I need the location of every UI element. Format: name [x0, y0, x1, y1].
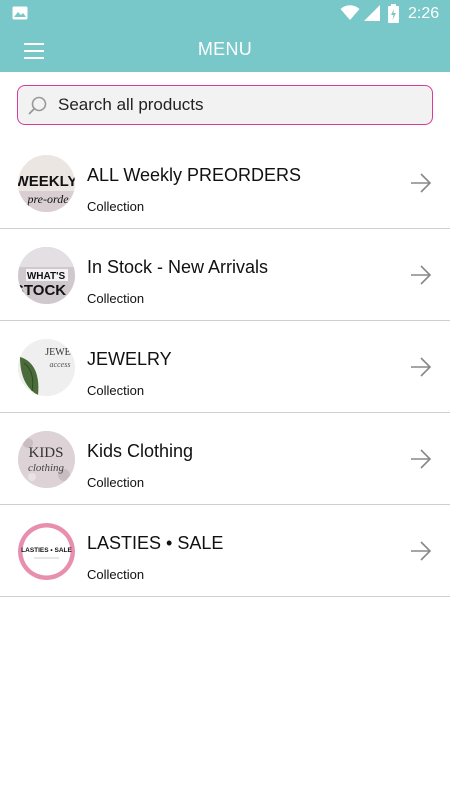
signal-icon: [364, 5, 380, 21]
thumb-text: STOCK: [18, 282, 66, 299]
thumb-text: WHAT'S: [27, 271, 66, 282]
collection-thumbnail: KIDS clothing: [18, 431, 75, 488]
search-icon: [28, 96, 47, 115]
arrow-right-icon[interactable]: [410, 541, 432, 561]
collection-title: Kids Clothing: [87, 441, 194, 461]
arrow-right-icon[interactable]: [410, 449, 432, 469]
list-item-jewelry[interactable]: JEWE access JEWELRY Collection: [0, 321, 450, 413]
collection-subtitle: Collection: [87, 383, 145, 398]
arrow-right-icon[interactable]: [410, 265, 432, 285]
collection-list: WEEKLY pre-orde ALL Weekly PREORDERS Col…: [0, 137, 450, 597]
collection-subtitle: Collection: [87, 291, 145, 306]
list-item-all-weekly-preorders[interactable]: WEEKLY pre-orde ALL Weekly PREORDERS Col…: [0, 137, 450, 229]
image-icon: [12, 6, 28, 20]
list-item-in-stock-new-arrivals[interactable]: WHAT'S STOCK In Stock - New Arrivals Col…: [0, 229, 450, 321]
collection-thumbnail: WEEKLY pre-orde: [18, 155, 75, 212]
page-title: MENU: [197, 39, 253, 59]
app-bar: MENU: [0, 28, 450, 72]
collection-title: LASTIES • SALE: [87, 533, 224, 553]
list-item-kids-clothing[interactable]: KIDS clothing Kids Clothing Collection: [0, 413, 450, 505]
wifi-icon: [340, 5, 360, 20]
status-bar: 2:26: [0, 0, 450, 28]
thumb-text: JEWE: [45, 347, 71, 358]
thumb-text: LASTIES • SALE: [21, 547, 72, 554]
collection-title: In Stock - New Arrivals: [87, 257, 269, 277]
thumb-text: clothing: [28, 462, 65, 474]
battery-icon: [388, 4, 399, 23]
search-box[interactable]: [17, 85, 433, 125]
collection-thumbnail: WHAT'S STOCK: [18, 247, 75, 304]
arrow-right-icon[interactable]: [410, 173, 432, 193]
collection-subtitle: Collection: [87, 199, 145, 214]
collection-thumbnail: LASTIES • SALE: [18, 523, 75, 580]
arrow-right-icon[interactable]: [410, 357, 432, 377]
thumb-text: WEEKLY: [18, 173, 75, 190]
thumb-text: access: [50, 360, 71, 369]
list-item-lasties-sale[interactable]: LASTIES • SALE LASTIES • SALE Collection: [0, 505, 450, 597]
collection-subtitle: Collection: [87, 567, 145, 582]
thumb-text: pre-orde: [26, 192, 69, 206]
collection-subtitle: Collection: [87, 475, 145, 490]
status-time: 2:26: [408, 5, 440, 22]
collection-thumbnail: JEWE access: [18, 339, 75, 396]
collection-title: ALL Weekly PREORDERS: [87, 165, 302, 185]
search-input[interactable]: [58, 86, 428, 123]
thumb-text: KIDS: [28, 445, 63, 461]
collection-title: JEWELRY: [87, 349, 172, 369]
